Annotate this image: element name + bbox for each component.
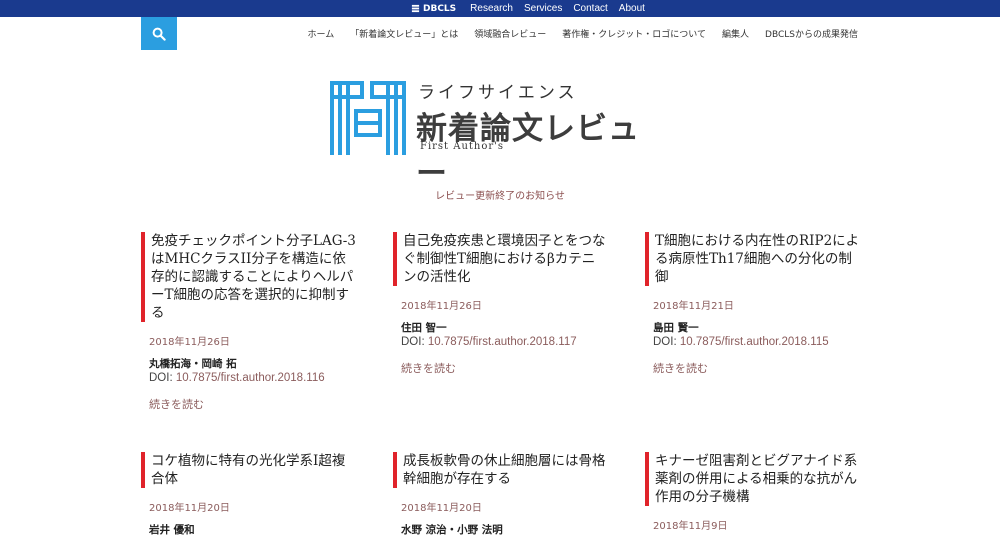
article-title-wrap: コケ植物に特有の光化学系I超複合体 <box>141 452 356 488</box>
notice-link[interactable]: レビュー更新終了のお知らせ <box>435 191 565 202</box>
article-card: 成長板軟骨の休止細胞層には骨格幹細胞が存在する 2018年11月20日 水野 涼… <box>393 452 608 537</box>
article-title-wrap: キナーゼ阻害剤とビグアナイド系薬剤の併用による相乗的な抗がん作用の分子機構 <box>645 452 860 506</box>
article-date: 2018年11月26日 <box>401 301 482 312</box>
nav-editors[interactable]: 編集人 <box>722 27 749 40</box>
notice: レビュー更新終了のお知らせ <box>0 187 1000 202</box>
topbar-link-contact[interactable]: Contact <box>573 0 607 17</box>
article-doi: DOI: 10.7875/first.author.2018.115 <box>645 336 860 348</box>
article-title[interactable]: 自己免疫疾患と環境因子とをつなぐ制御性T細胞におけるβカテニンの活性化 <box>403 232 608 286</box>
article-authors: 岩井 優和 <box>149 524 195 536</box>
topbar-link-services[interactable]: Services <box>524 0 562 17</box>
article-card: 自己免疫疾患と環境因子とをつなぐ制御性T細胞におけるβカテニンの活性化 2018… <box>393 232 608 376</box>
site-logo-english: First Author's <box>420 141 505 152</box>
article-authors: 丸橋拓海・岡崎 拓 <box>149 358 237 370</box>
site-logo-mark-icon <box>330 81 406 155</box>
article-date: 2018年11月20日 <box>401 503 482 514</box>
article-title[interactable]: T細胞における内在性のRIP2による病原性Th17細胞への分化の制御 <box>655 232 860 286</box>
article-date: 2018年11月9日 <box>653 521 728 532</box>
nav-copyright[interactable]: 著作権・クレジット・ロゴについて <box>562 27 706 40</box>
article-card: T細胞における内在性のRIP2による病原性Th17細胞への分化の制御 2018年… <box>645 232 860 376</box>
article-authors: 住田 智一 <box>401 322 447 334</box>
nav-home[interactable]: ホーム <box>308 27 335 40</box>
article-title[interactable]: キナーゼ阻害剤とビグアナイド系薬剤の併用による相乗的な抗がん作用の分子機構 <box>655 452 860 506</box>
dbcls-logo-text: DBCLS <box>423 3 457 14</box>
article-authors: 島田 賢一 <box>653 322 699 334</box>
top-bar: DBCLS Research Services Contact About <box>0 0 1000 17</box>
nav-interdisciplinary-review[interactable]: 領域融合レビュー <box>474 27 546 40</box>
article-card: キナーゼ阻害剤とビグアナイド系薬剤の併用による相乗的な抗がん作用の分子機構 20… <box>645 452 860 532</box>
nav-dbcls-outputs[interactable]: DBCLSからの成果発信 <box>765 27 858 40</box>
article-title[interactable]: コケ植物に特有の光化学系I超複合体 <box>151 452 356 488</box>
article-title[interactable]: 免疫チェックポイント分子LAG-3はMHCクラスII分子を構造に依存的に認識する… <box>151 232 356 322</box>
doi-label: DOI: <box>653 336 680 348</box>
article-title[interactable]: 成長板軟骨の休止細胞層には骨格幹細胞が存在する <box>403 452 608 488</box>
search-icon <box>152 27 166 41</box>
topbar-link-research[interactable]: Research <box>470 0 513 17</box>
doi-link[interactable]: 10.7875/first.author.2018.115 <box>680 336 829 348</box>
article-card: 免疫チェックポイント分子LAG-3はMHCクラスII分子を構造に依存的に認識する… <box>141 232 356 412</box>
article-doi: DOI: 10.7875/first.author.2018.116 <box>141 372 356 384</box>
doi-label: DOI: <box>149 372 176 384</box>
article-title-wrap: 免疫チェックポイント分子LAG-3はMHCクラスII分子を構造に依存的に認識する… <box>141 232 356 322</box>
doi-label: DOI: <box>401 336 428 348</box>
read-more-link[interactable]: 続きを読む <box>393 360 608 376</box>
article-doi: DOI: 10.7875/first.author.2018.117 <box>393 336 608 348</box>
article-title-wrap: T細胞における内在性のRIP2による病原性Th17細胞への分化の制御 <box>645 232 860 286</box>
topbar-link-about[interactable]: About <box>619 0 645 17</box>
article-authors: 水野 涼治・小野 法明 <box>401 524 503 536</box>
read-more-link[interactable]: 続きを読む <box>141 396 356 412</box>
article-card: コケ植物に特有の光化学系I超複合体 2018年11月20日 岩井 優和 <box>141 452 356 537</box>
search-button[interactable] <box>141 17 177 50</box>
site-logo-sub: ライフサイエンス <box>418 83 578 103</box>
dbcls-logo-icon <box>411 4 420 13</box>
dbcls-logo[interactable]: DBCLS <box>411 4 456 14</box>
top-bar-inner: DBCLS Research Services Contact About <box>411 0 656 17</box>
doi-link[interactable]: 10.7875/first.author.2018.116 <box>176 372 325 384</box>
nav-about-review[interactable]: 「新着論文レビュー」とは <box>350 27 458 40</box>
read-more-link[interactable]: 続きを読む <box>645 360 860 376</box>
article-date: 2018年11月21日 <box>653 301 734 312</box>
article-title-wrap: 成長板軟骨の休止細胞層には骨格幹細胞が存在する <box>393 452 608 488</box>
article-date: 2018年11月20日 <box>149 503 230 514</box>
article-title-wrap: 自己免疫疾患と環境因子とをつなぐ制御性T細胞におけるβカテニンの活性化 <box>393 232 608 286</box>
main-nav: ホーム 「新着論文レビュー」とは 領域融合レビュー 著作権・クレジット・ロゴにつ… <box>292 27 858 40</box>
doi-link[interactable]: 10.7875/first.author.2018.117 <box>428 336 577 348</box>
site-logo[interactable]: ライフサイエンス 新着論文レビュー First Author's <box>330 78 670 192</box>
article-date: 2018年11月26日 <box>149 337 230 348</box>
